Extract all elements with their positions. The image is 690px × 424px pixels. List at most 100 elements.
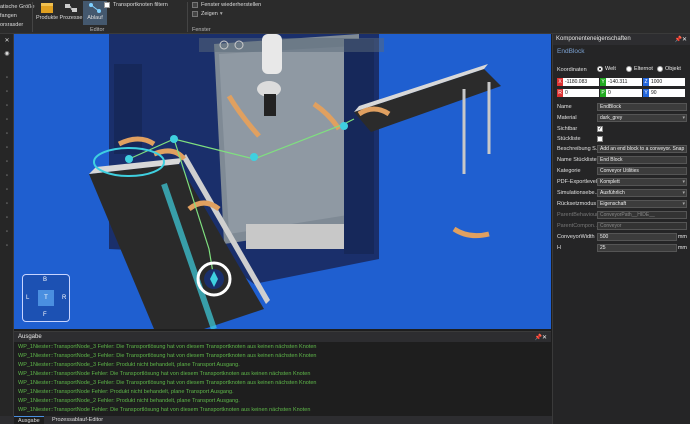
coord-rx-field[interactable]: R0 xyxy=(557,89,599,97)
output-panel: Ausgabe 📌✕ WP_1Niester::TransportNode_3 … xyxy=(14,331,551,424)
prop-row-category: Kategorie Conveyor Utilities xyxy=(557,166,687,175)
tool-icon[interactable]: ▫ xyxy=(3,102,11,110)
editor-group-label: Editor xyxy=(90,27,105,33)
part xyxy=(452,226,490,239)
coord-rz-field[interactable]: Y 90 xyxy=(643,89,685,97)
prop-label: Material xyxy=(557,114,577,121)
prop-value[interactable]: 25 xyxy=(597,243,677,252)
window-restore-button[interactable]: Fenster wiederherstellen xyxy=(192,2,261,8)
prop-row-conveyor-width: ConveyorWidth 500 mm xyxy=(557,232,687,241)
prop-value[interactable]: Komplett xyxy=(597,177,687,186)
prop-value[interactable]: Ausführlich xyxy=(597,188,687,197)
bom-checkbox[interactable] xyxy=(597,135,603,142)
radio-dot[interactable] xyxy=(597,66,603,72)
coord-z-value[interactable]: 1000 xyxy=(649,78,685,86)
prop-value[interactable]: EndBlock xyxy=(597,102,687,111)
coord-rz-value[interactable]: 90 xyxy=(649,89,685,97)
view-cube-left[interactable]: L xyxy=(26,295,29,301)
transport-node[interactable] xyxy=(340,122,348,130)
prop-value: Conveyor xyxy=(597,221,687,230)
tool-icon[interactable]: ▫ xyxy=(3,88,11,96)
log-line: WP_1Niester::TransportNode_3 Fehler: Die… xyxy=(18,353,317,359)
3d-viewport[interactable]: B L T R F xyxy=(14,34,551,329)
prop-label: Name xyxy=(557,103,572,110)
tool-icon[interactable]: ▫ xyxy=(3,158,11,166)
prop-row-pdf-export: PDF-Exportlevel Komplett xyxy=(557,177,687,186)
prop-value[interactable]: dark_grey xyxy=(597,113,687,122)
tool-icon[interactable]: ▫ xyxy=(3,74,11,82)
coord-mode-object[interactable]: Objekt xyxy=(657,66,681,72)
view-cube-top[interactable]: B xyxy=(43,277,47,283)
view-cube-right[interactable]: R xyxy=(62,295,66,301)
tool-icon[interactable]: ▫ xyxy=(3,172,11,180)
coord-mode-parent[interactable]: Elternot xyxy=(626,66,653,72)
processes-button[interactable]: Prozesse xyxy=(59,1,83,25)
prop-value[interactable]: Add an end block to a conveyor. Snap xyxy=(597,144,687,153)
prop-value[interactable]: End Block xyxy=(597,155,687,164)
tab-process-flow-editor[interactable]: Prozessablauf-Editor xyxy=(48,416,107,424)
glass-panel xyxy=(219,46,354,234)
coord-ry-field[interactable]: P0 xyxy=(600,89,642,97)
show-icon xyxy=(192,11,198,17)
tool-icon[interactable]: ▫ xyxy=(3,242,11,250)
transport-node[interactable] xyxy=(170,135,178,143)
prop-label: Beschreibung S... xyxy=(557,145,597,152)
coord-y-field[interactable]: Y -140.311 xyxy=(600,78,642,86)
ribbon-left-text-3[interactable]: orsrasder xyxy=(0,22,23,28)
coord-rx-value[interactable]: 0 xyxy=(563,89,599,97)
tool-icon[interactable]: ▫ xyxy=(3,130,11,138)
prop-value[interactable]: Conveyor Utilities xyxy=(597,166,687,175)
tool-icon[interactable]: ▫ xyxy=(3,144,11,152)
transport-node[interactable] xyxy=(125,155,133,163)
pin-icon[interactable]: 📌✕ xyxy=(675,36,688,43)
close-icon[interactable]: ✕ xyxy=(3,37,11,45)
view-cube-center[interactable]: T xyxy=(38,290,54,306)
coord-ry-value[interactable]: 0 xyxy=(606,89,642,97)
pin-icon[interactable]: 📌✕ xyxy=(535,334,548,341)
tool-icon[interactable]: ▫ xyxy=(3,228,11,236)
radio-dot[interactable] xyxy=(626,66,632,72)
eye-icon[interactable]: ◉ xyxy=(3,50,11,58)
prop-label: Sichtbar xyxy=(557,125,578,132)
transport-node[interactable] xyxy=(250,153,258,161)
coord-x-value[interactable]: -1180.083 xyxy=(563,78,599,86)
unit-label: mm xyxy=(677,244,687,251)
ribbon-left-text-1[interactable]: atische Größe xyxy=(0,4,35,10)
radio-dot[interactable] xyxy=(657,66,663,72)
tool-icon[interactable]: ▫ xyxy=(3,200,11,208)
tool-icon[interactable]: ▫ xyxy=(3,214,11,222)
chevron-down-icon: ▾ xyxy=(219,11,223,17)
prop-row-bom: Stückliste xyxy=(557,134,687,143)
tool-icon[interactable]: ▫ xyxy=(3,116,11,124)
checkbox-box[interactable] xyxy=(104,2,110,8)
processes-icon xyxy=(65,4,77,12)
viewport-toolbar[interactable] xyxy=(199,38,384,52)
prop-value[interactable]: Eigenschaft xyxy=(597,199,687,208)
coord-x-field[interactable]: X -1180.083 xyxy=(557,78,599,86)
visible-checkbox[interactable]: ✓ xyxy=(597,125,603,132)
robot-arm xyxy=(262,34,282,74)
ribbon-left-text-2[interactable]: fangen xyxy=(0,13,17,19)
coord-y-value[interactable]: -140.311 xyxy=(606,78,642,86)
prop-value[interactable]: 500 xyxy=(597,232,677,241)
unit-label: mm xyxy=(677,233,687,240)
prop-label: ConveyorWidth xyxy=(557,233,595,240)
radio-label: Welt xyxy=(605,66,616,72)
tool-icon[interactable]: ▫ xyxy=(3,186,11,194)
coord-z-field[interactable]: Z 1000 xyxy=(643,78,685,86)
show-label: Zeigen xyxy=(201,11,218,17)
transport-filter-checkbox[interactable]: Transportknoten filtern xyxy=(104,2,168,8)
view-cube-bottom[interactable]: F xyxy=(43,312,47,318)
radio-label: Elternot xyxy=(634,66,653,72)
frame-pillar xyxy=(344,39,374,254)
view-cube[interactable]: B L T R F xyxy=(22,274,70,322)
coordinates-label: Koordinaten xyxy=(557,66,587,73)
log-line: WP_1Niester::TransportNode_3 Fehler: Pro… xyxy=(18,362,240,368)
output-title: Ausgabe xyxy=(18,334,42,340)
log-line: WP_1Niester::TransportNode_3 Fehler: Die… xyxy=(18,344,317,350)
coord-mode-world[interactable]: Welt xyxy=(597,66,616,72)
show-dropdown[interactable]: Zeigen ▾ xyxy=(192,11,223,17)
tab-output[interactable]: Ausgabe xyxy=(14,416,44,424)
products-button[interactable]: Produkte xyxy=(35,1,59,25)
flow-button-label: Ablauf xyxy=(87,15,103,21)
